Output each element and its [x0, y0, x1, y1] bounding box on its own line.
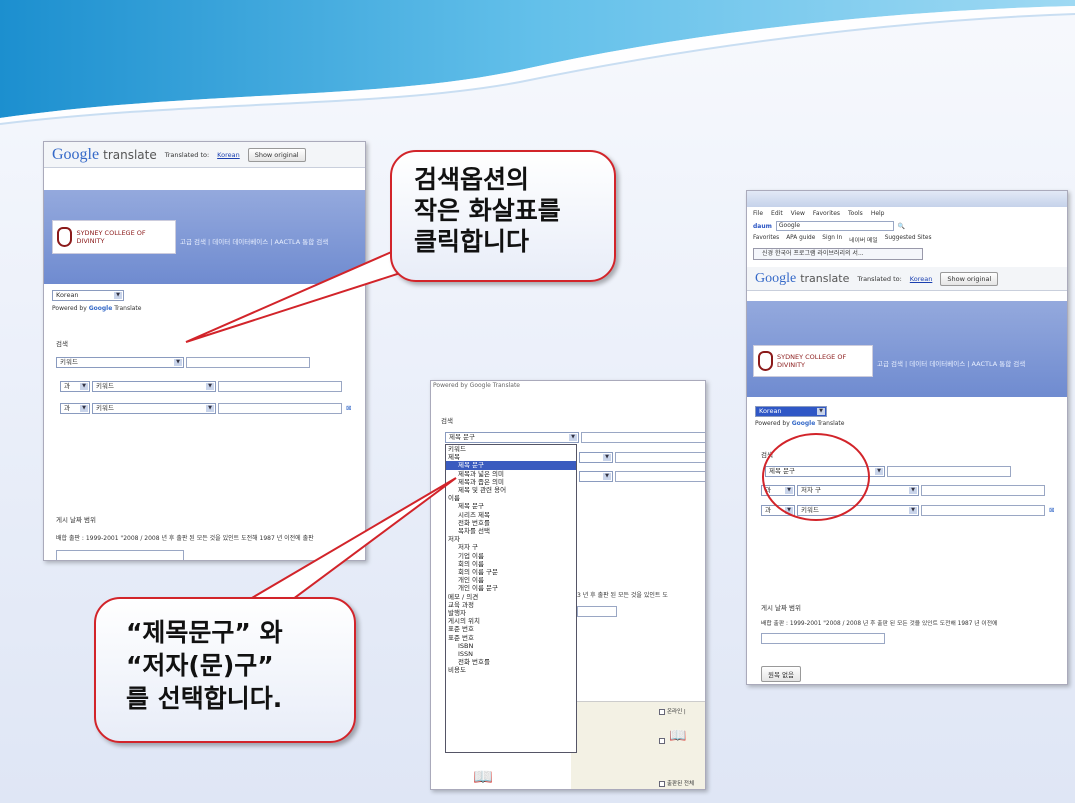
callout-bottom: “제목문구” 와 “저자(문)구” 를 선택합니다.	[94, 597, 356, 743]
callout-top: 검색옵션의 작은 화살표를 클릭합니다	[390, 150, 616, 282]
slide: Google translate Translated to: Korean S…	[0, 0, 1075, 803]
